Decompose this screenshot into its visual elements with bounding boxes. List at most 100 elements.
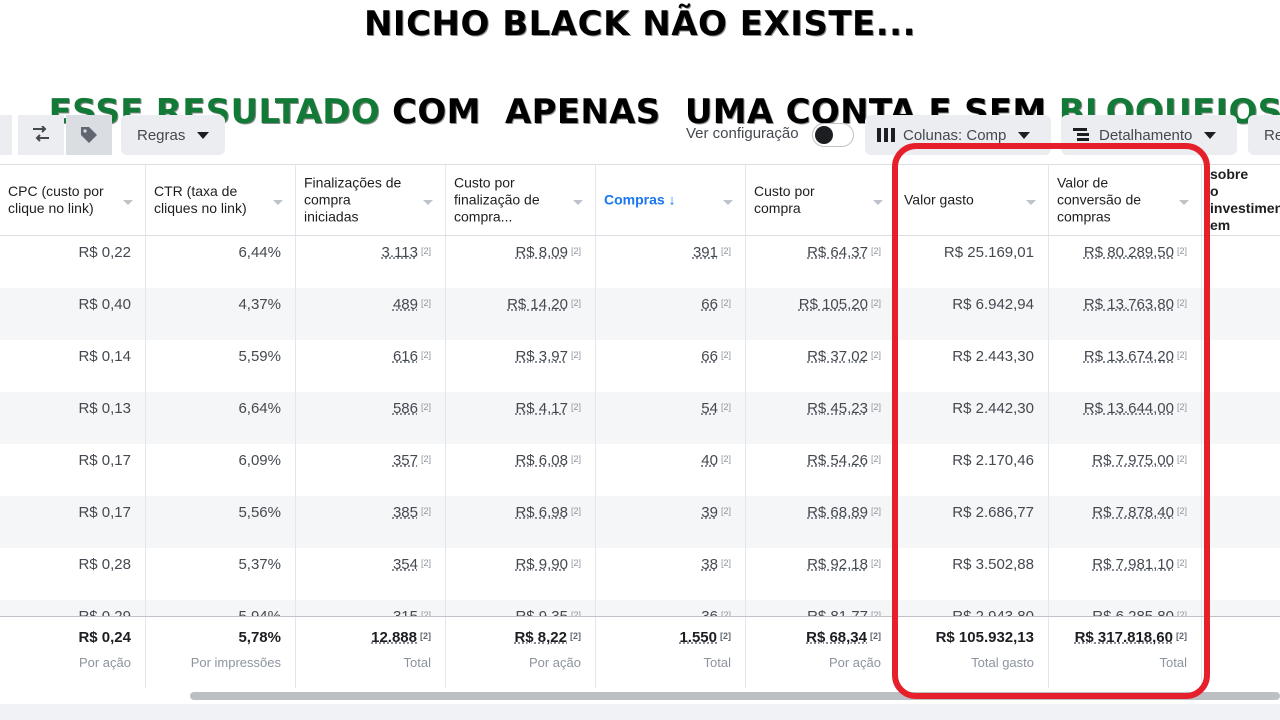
table-cell: 385 [2] bbox=[296, 496, 446, 548]
cell-value-text: R$ 7.975,00 bbox=[1092, 452, 1174, 469]
total-label: Total gasto bbox=[971, 655, 1034, 670]
table-row[interactable]: R$ 0,40 4,37% 489 [2] R$ 14,20 [2] 66 [2] R$ 105… bbox=[0, 288, 1280, 340]
column-header-label: CTR (taxa de cliques no link) bbox=[154, 183, 247, 216]
cell-value[interactable]: R$ 14,20 [2] bbox=[507, 296, 581, 313]
cell-value[interactable]: R$ 13.644,00 [2] bbox=[1084, 400, 1187, 417]
table-cell: R$ 3,97 [2] bbox=[446, 340, 596, 392]
table-row[interactable]: R$ 0,28 5,37% 354 [2] R$ 9,90 [2] 38 [2] R$ 92,1… bbox=[0, 548, 1280, 600]
footnote-marker: [2] bbox=[870, 631, 881, 641]
cell-value[interactable]: R$ 4,17 [2] bbox=[515, 400, 581, 417]
column-header-cpc[interactable]: CPC (custo por clique no link) bbox=[0, 165, 146, 235]
toggle-knob bbox=[815, 126, 833, 144]
cell-value[interactable]: R$ 37,02 [2] bbox=[807, 348, 881, 365]
cell-value[interactable]: 39 [2] bbox=[701, 504, 731, 521]
table-cell: R$ 37,02 [2] bbox=[746, 340, 896, 392]
cell-value[interactable]: 66 [2] bbox=[701, 296, 731, 313]
cell-value[interactable]: R$ 7.878,40 [2] bbox=[1092, 504, 1187, 521]
cell-value[interactable]: 54 [2] bbox=[701, 400, 731, 417]
edit-button-partial[interactable] bbox=[0, 115, 12, 155]
table-cell: R$ 2.686,77 bbox=[896, 496, 1049, 548]
column-header-conversion-value[interactable]: Valor de conversão de compras bbox=[1049, 165, 1202, 235]
cell-value[interactable]: R$ 64,37 [2] bbox=[807, 244, 881, 261]
cell-value[interactable]: R$ 45,23 [2] bbox=[807, 400, 881, 417]
total-value: 5,78% bbox=[238, 629, 281, 646]
view-config-toggle[interactable] bbox=[812, 123, 854, 147]
cell-value[interactable]: R$ 13.763,80 [2] bbox=[1084, 296, 1187, 313]
total-cell: R$ 8,22 [2] Por ação bbox=[446, 617, 596, 688]
cell-value-text: R$ 3.502,88 bbox=[952, 556, 1034, 573]
column-header-cost-per-checkout[interactable]: Custo por finalização de compra... bbox=[446, 165, 596, 235]
sort-icon bbox=[873, 200, 883, 205]
table-cell: 40 [2] bbox=[596, 444, 746, 496]
table-cell bbox=[1202, 288, 1280, 340]
table-cell: 489 [2] bbox=[296, 288, 446, 340]
reports-button[interactable]: Re bbox=[1248, 115, 1280, 155]
sort-icon bbox=[273, 200, 283, 205]
footnote-marker: [2] bbox=[570, 454, 581, 464]
cell-value[interactable]: 38 [2] bbox=[701, 556, 731, 573]
cell-value-text: 6,09% bbox=[238, 452, 281, 469]
cell-value[interactable]: 391 [2] bbox=[693, 244, 731, 261]
cell-value[interactable]: R$ 92,18 [2] bbox=[807, 556, 881, 573]
cell-value[interactable]: R$ 80.289,50 [2] bbox=[1084, 244, 1187, 261]
cell-value-text: R$ 25.169,01 bbox=[943, 244, 1034, 261]
total-cell: 5,78% Por impressões bbox=[146, 617, 296, 688]
table-row[interactable]: R$ 0,22 6,44% 3.113 [2] R$ 8,09 [2] 391 [2] R$ 6… bbox=[0, 236, 1280, 288]
cell-value[interactable]: R$ 6,98 [2] bbox=[515, 504, 581, 521]
column-header-roas[interactable]: Retorno sobre o investimento em publicid… bbox=[1202, 165, 1280, 235]
cell-value[interactable]: 357 [2] bbox=[393, 452, 431, 469]
cell-value[interactable]: 489 [2] bbox=[393, 296, 431, 313]
column-header-purchases[interactable]: Compras ↓ bbox=[596, 165, 746, 235]
breakdown-dropdown[interactable]: Detalhamento bbox=[1061, 115, 1237, 155]
footnote-marker: [2] bbox=[1176, 246, 1187, 256]
tag-icon bbox=[81, 127, 97, 143]
table-row[interactable]: R$ 0,17 5,56% 385 [2] R$ 6,98 [2] 39 [2] R$ 68,8… bbox=[0, 496, 1280, 548]
cell-value[interactable]: 66 [2] bbox=[701, 348, 731, 365]
cell-value[interactable]: 354 [2] bbox=[393, 556, 431, 573]
breakdown-label: Detalhamento bbox=[1099, 126, 1193, 144]
cell-value-text: 5,56% bbox=[238, 504, 281, 521]
table-cell: 354 [2] bbox=[296, 548, 446, 600]
table-cell: R$ 2.170,46 bbox=[896, 444, 1049, 496]
cell-value: 6,09% bbox=[238, 452, 281, 469]
table-cell: 616 [2] bbox=[296, 340, 446, 392]
cell-value[interactable]: R$ 6,08 [2] bbox=[515, 452, 581, 469]
ab-test-button[interactable] bbox=[18, 115, 64, 155]
column-header-amount-spent[interactable]: Valor gasto bbox=[896, 165, 1049, 235]
table-cell: R$ 0,40 bbox=[0, 288, 146, 340]
cell-value[interactable]: R$ 13.674,20 [2] bbox=[1084, 348, 1187, 365]
table-cell: R$ 0,28 bbox=[0, 548, 146, 600]
cell-value[interactable]: R$ 8,09 [2] bbox=[515, 244, 581, 261]
cell-value[interactable]: R$ 54,26 [2] bbox=[807, 452, 881, 469]
cell-value-text: R$ 13.763,80 bbox=[1083, 296, 1174, 313]
footnote-marker: [2] bbox=[720, 558, 731, 568]
cell-value-text: R$ 0,17 bbox=[78, 504, 131, 521]
cell-value[interactable]: R$ 68,89 [2] bbox=[807, 504, 881, 521]
cell-value[interactable]: 616 [2] bbox=[393, 348, 431, 365]
columns-dropdown[interactable]: Colunas: Comp bbox=[865, 115, 1051, 155]
cell-value[interactable]: 586 [2] bbox=[393, 400, 431, 417]
cell-value-text: R$ 6,98 bbox=[515, 504, 568, 521]
table-cell: R$ 0,13 bbox=[0, 392, 146, 444]
column-header-ctr[interactable]: CTR (taxa de cliques no link) bbox=[146, 165, 296, 235]
cell-value[interactable]: R$ 3,97 [2] bbox=[515, 348, 581, 365]
cell-value[interactable]: R$ 7.981,10 [2] bbox=[1092, 556, 1187, 573]
tag-button[interactable] bbox=[66, 115, 112, 155]
cell-value[interactable]: R$ 7.975,00 [2] bbox=[1092, 452, 1187, 469]
table-row[interactable]: R$ 0,17 6,09% 357 [2] R$ 6,08 [2] 40 [2] R$ 54,2… bbox=[0, 444, 1280, 496]
rules-dropdown[interactable]: Regras bbox=[121, 115, 226, 155]
column-header-cost-per-purchase[interactable]: Custo por compra bbox=[746, 165, 896, 235]
column-header-checkouts[interactable]: Finalizações de compra iniciadas bbox=[296, 165, 446, 235]
horizontal-scrollbar[interactable] bbox=[190, 692, 1280, 700]
cell-value[interactable]: 3.113 [2] bbox=[382, 244, 431, 261]
total-value: R$ 105.932,13 bbox=[935, 629, 1034, 646]
table-row[interactable]: R$ 0,14 5,59% 616 [2] R$ 3,97 [2] 66 [2] R$ 37,0… bbox=[0, 340, 1280, 392]
cell-value[interactable]: 385 [2] bbox=[393, 504, 431, 521]
cell-value[interactable]: 40 [2] bbox=[701, 452, 731, 469]
cell-value[interactable]: R$ 9,90 [2] bbox=[515, 556, 581, 573]
cell-value-text: R$ 9,90 bbox=[515, 556, 568, 573]
table-cell: R$ 0,22 bbox=[0, 236, 146, 288]
table-row[interactable]: R$ 0,13 6,64% 586 [2] R$ 4,17 [2] 54 [2] R$ 45,2… bbox=[0, 392, 1280, 444]
cell-value[interactable]: R$ 105,20 [2] bbox=[799, 296, 881, 313]
total-label: Total bbox=[703, 655, 731, 670]
